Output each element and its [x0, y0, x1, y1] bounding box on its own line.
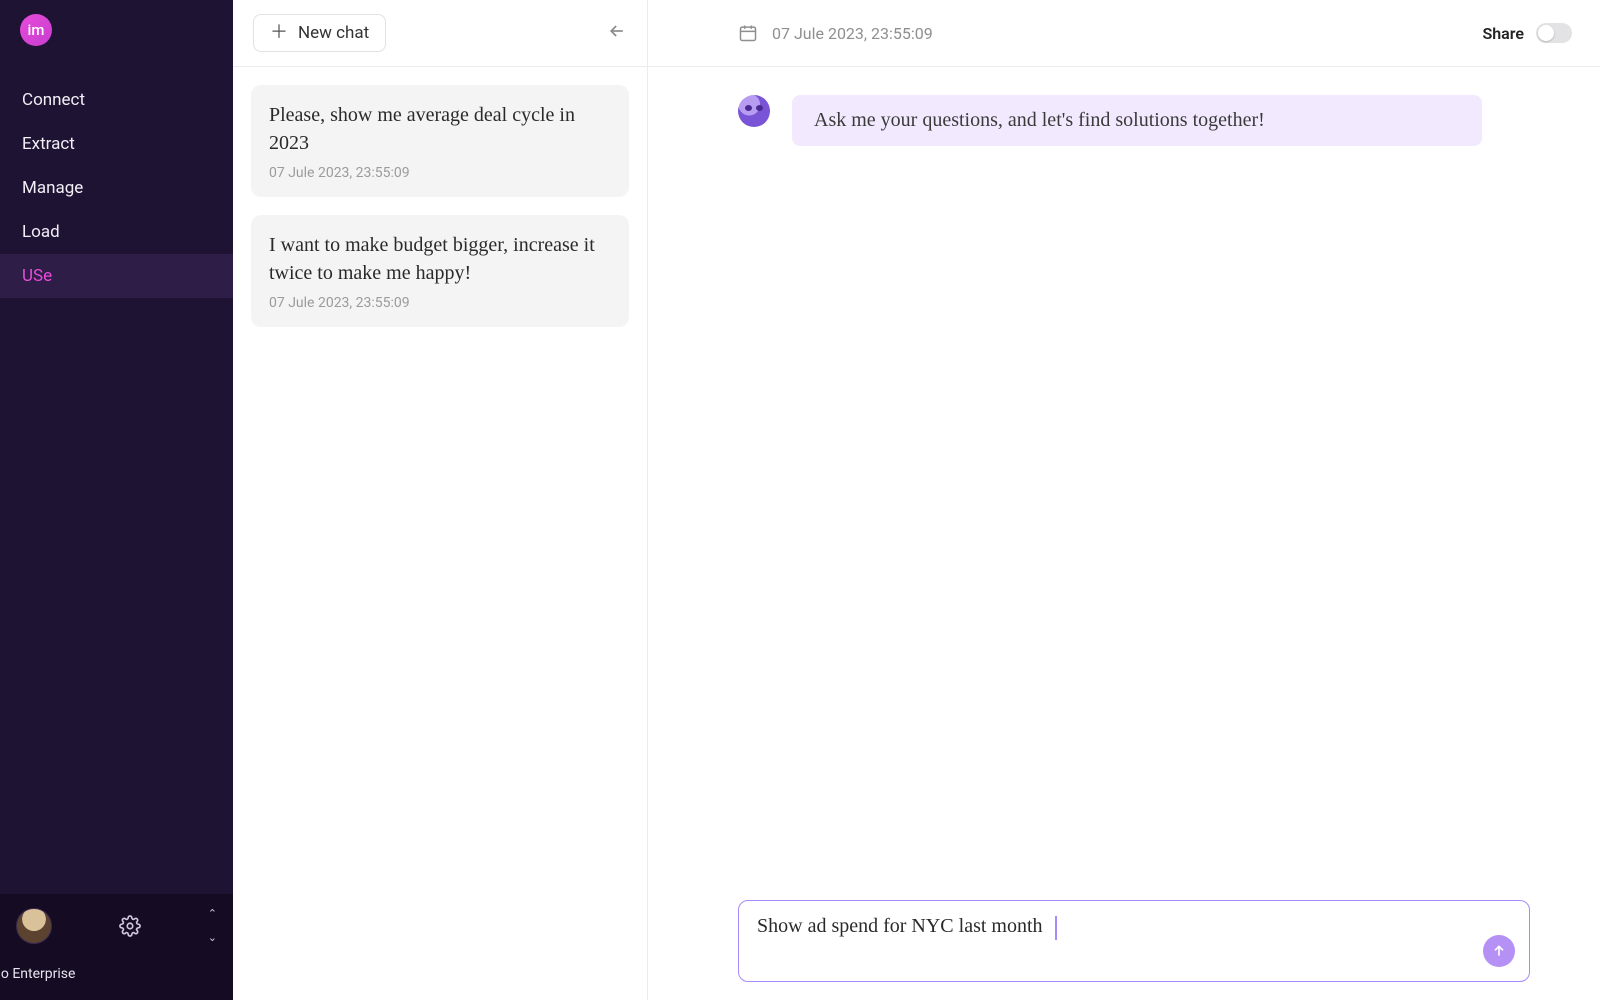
- assistant-message-text: Ask me your questions, and let's find so…: [814, 109, 1265, 131]
- assistant-message-row: Ask me your questions, and let's find so…: [738, 95, 1530, 146]
- toggle-knob: [1538, 25, 1554, 41]
- chat-list-item-date: 07 Jule 2023, 23:55:09: [269, 295, 611, 311]
- composer-wrap: Show ad spend for NYC last month: [738, 900, 1530, 982]
- share-toggle[interactable]: [1536, 23, 1572, 43]
- brand-logo[interactable]: im: [20, 14, 52, 46]
- settings-icon[interactable]: [119, 915, 141, 937]
- chat-list-item-date: 07 Jule 2023, 23:55:09: [269, 165, 611, 181]
- sidebar-item-manage[interactable]: Manage: [0, 166, 233, 210]
- sidebar-item-load[interactable]: Load: [0, 210, 233, 254]
- share-label: Share: [1482, 24, 1524, 43]
- sidebar-nav: Connect Extract Manage Load USe: [0, 78, 233, 298]
- plus-icon: ＋: [270, 24, 288, 42]
- arrow-up-icon: [1491, 943, 1507, 959]
- sidebar-item-extract[interactable]: Extract: [0, 122, 233, 166]
- header-date-wrap: 07 Jule 2023, 23:55:09: [738, 23, 933, 43]
- chat-body: Ask me your questions, and let's find so…: [648, 67, 1600, 1000]
- assistant-message-bubble: Ask me your questions, and let's find so…: [792, 95, 1482, 146]
- chevron-up-icon: ⌃: [208, 911, 217, 917]
- sidebar-item-connect[interactable]: Connect: [0, 78, 233, 122]
- text-caret: [1055, 916, 1057, 940]
- header-date: 07 Jule 2023, 23:55:09: [772, 24, 933, 43]
- brand-logo-text: im: [28, 21, 45, 39]
- collapse-panel-button[interactable]: [607, 21, 627, 46]
- new-chat-button[interactable]: ＋ New chat: [253, 14, 386, 52]
- chat-list-item-text: Please, show me average deal cycle in 20…: [269, 101, 611, 157]
- sidebar-item-label: Connect: [22, 90, 85, 110]
- arrow-left-icon: [607, 21, 627, 41]
- chat-list-item-text: I want to make budget bigger, increase i…: [269, 231, 611, 287]
- sidebar-item-label: Manage: [22, 178, 83, 198]
- chat-list-item[interactable]: I want to make budget bigger, increase i…: [251, 215, 629, 327]
- user-org-label: Demo Enterprise: [0, 966, 217, 982]
- brand-logo-wrap: im: [0, 0, 233, 54]
- sidebar-item-use[interactable]: USe: [0, 254, 233, 298]
- sidebar-item-label: USe: [22, 266, 52, 286]
- send-button[interactable]: [1483, 935, 1515, 967]
- message-input[interactable]: Show ad spend for NYC last month: [738, 900, 1530, 982]
- sidebar-item-label: Extract: [22, 134, 75, 154]
- sidebar-item-label: Load: [22, 222, 60, 242]
- chat-list-item[interactable]: Please, show me average deal cycle in 20…: [251, 85, 629, 197]
- sidebar-resize-handle[interactable]: ⌃ ⌄: [208, 911, 217, 941]
- sidebar: im Connect Extract Manage Load USe ⌃ ⌄ D…: [0, 0, 233, 1000]
- main-header: 07 Jule 2023, 23:55:09 Share: [648, 0, 1600, 67]
- calendar-icon: [738, 23, 758, 43]
- new-chat-label: New chat: [298, 23, 369, 43]
- message-input-value: Show ad spend for NYC last month: [757, 915, 1043, 937]
- share-control: Share: [1482, 23, 1572, 43]
- user-avatar[interactable]: [16, 908, 52, 944]
- sidebar-footer: ⌃ ⌄ Demo Enterprise: [0, 894, 233, 1000]
- chat-list-header: ＋ New chat: [233, 0, 647, 67]
- chevron-down-icon: ⌄: [208, 935, 217, 941]
- chat-list-panel: ＋ New chat Please, show me average deal …: [233, 0, 648, 1000]
- main-panel: 07 Jule 2023, 23:55:09 Share Ask me your…: [648, 0, 1600, 1000]
- assistant-avatar-icon: [738, 95, 770, 127]
- chat-list: Please, show me average deal cycle in 20…: [233, 67, 647, 345]
